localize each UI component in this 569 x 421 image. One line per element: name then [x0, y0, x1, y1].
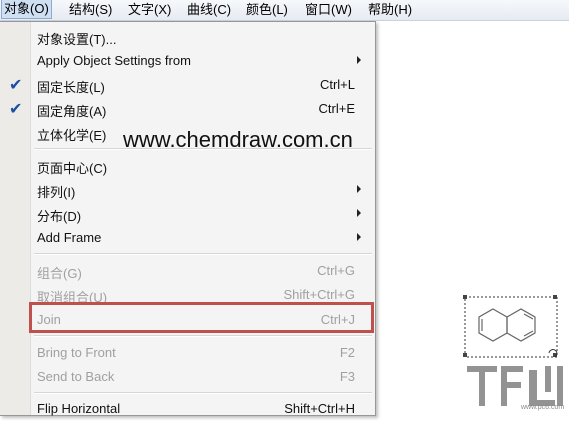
menu-item-shortcut: Ctrl+G — [317, 263, 355, 278]
naphthalene-structure — [478, 308, 536, 342]
menu-item-distribute[interactable]: 分布(D) — [0, 202, 375, 226]
menu-item-group[interactable]: 组合(G) Ctrl+G — [0, 259, 375, 283]
site-logo-icon: www.pc6.com — [467, 366, 564, 411]
submenu-arrow-icon — [357, 233, 361, 241]
menu-item-shortcut: Shift+Ctrl+G — [283, 287, 355, 302]
menu-item-label: 固定长度(L) — [37, 80, 105, 95]
checkmark-icon: ✔ — [9, 101, 23, 118]
menu-item-label: Add Frame — [37, 230, 102, 245]
selected-molecule[interactable] — [463, 295, 563, 363]
object-dropdown-menu: 对象设置(T)... Apply Object Settings from ✔ … — [0, 21, 376, 416]
menu-item-bring-to-front[interactable]: Bring to Front F2 — [0, 341, 375, 365]
menu-item-label: 固定角度(A) — [37, 104, 107, 119]
menu-item-label: 页面中心(C) — [37, 161, 108, 176]
menu-structure[interactable]: 结构(S) — [69, 0, 112, 20]
menu-item-fixed-length[interactable]: ✔ 固定长度(L) Ctrl+L — [0, 73, 375, 97]
menu-separator — [34, 335, 372, 337]
menu-item-label: 立体化学(E) — [37, 128, 107, 143]
menu-item-label: 组合(G) — [37, 266, 82, 281]
checkmark-icon: ✔ — [9, 77, 23, 94]
menu-text[interactable]: 文字(X) — [128, 0, 171, 20]
menu-item-label: 对象设置(T)... — [37, 32, 117, 47]
menu-item-send-to-back[interactable]: Send to Back F3 — [0, 365, 375, 389]
submenu-arrow-icon — [357, 209, 361, 217]
watermark-text: www.chemdraw.com.cn — [123, 127, 353, 152]
menu-bar: 对象(O) 结构(S) 文字(X) 曲线(C) 颜色(L) 窗口(W) 帮助(H… — [0, 0, 569, 21]
menu-item-align[interactable]: 排列(I) — [0, 178, 375, 202]
menu-item-label: 排列(I) — [37, 185, 76, 200]
menu-item-apply-object-settings[interactable]: Apply Object Settings from — [0, 49, 375, 73]
submenu-arrow-icon — [357, 56, 361, 64]
highlight-box-join — [29, 302, 374, 333]
svg-text:www.pc6.com: www.pc6.com — [520, 404, 564, 411]
menu-object[interactable]: 对象(O) — [1, 0, 52, 19]
menu-item-flip-horizontal[interactable]: Flip Horizontal Shift+Ctrl+H — [0, 397, 375, 421]
menu-separator — [34, 253, 372, 255]
menu-item-shortcut: F2 — [339, 345, 355, 360]
menu-item-label: Apply Object Settings from — [37, 53, 191, 68]
menu-curves[interactable]: 曲线(C) — [187, 0, 231, 20]
menu-item-shortcut: Ctrl+E — [318, 101, 355, 116]
menu-item-center-on-page[interactable]: 页面中心(C) — [0, 154, 375, 178]
selection-handles — [463, 295, 557, 357]
menu-item-add-frame[interactable]: Add Frame — [0, 226, 375, 250]
menu-item-label: 分布(D) — [37, 209, 82, 224]
menu-item-label: Send to Back — [37, 369, 115, 384]
menu-help[interactable]: 帮助(H) — [368, 0, 412, 20]
menu-item-label: Flip Horizontal — [37, 401, 121, 416]
menu-item-shortcut: Ctrl+L — [319, 77, 355, 92]
menu-separator — [34, 392, 372, 394]
submenu-arrow-icon — [357, 185, 361, 193]
menu-item-label: Bring to Front — [37, 345, 116, 360]
menu-item-shortcut: Shift+Ctrl+H — [284, 401, 355, 416]
menu-color[interactable]: 颜色(L) — [246, 0, 288, 20]
menu-item-fixed-angle[interactable]: ✔ 固定角度(A) Ctrl+E — [0, 97, 375, 121]
menu-window[interactable]: 窗口(W) — [305, 0, 352, 20]
menu-item-object-settings[interactable]: 对象设置(T)... — [0, 25, 375, 49]
menu-item-shortcut: F3 — [339, 369, 355, 384]
